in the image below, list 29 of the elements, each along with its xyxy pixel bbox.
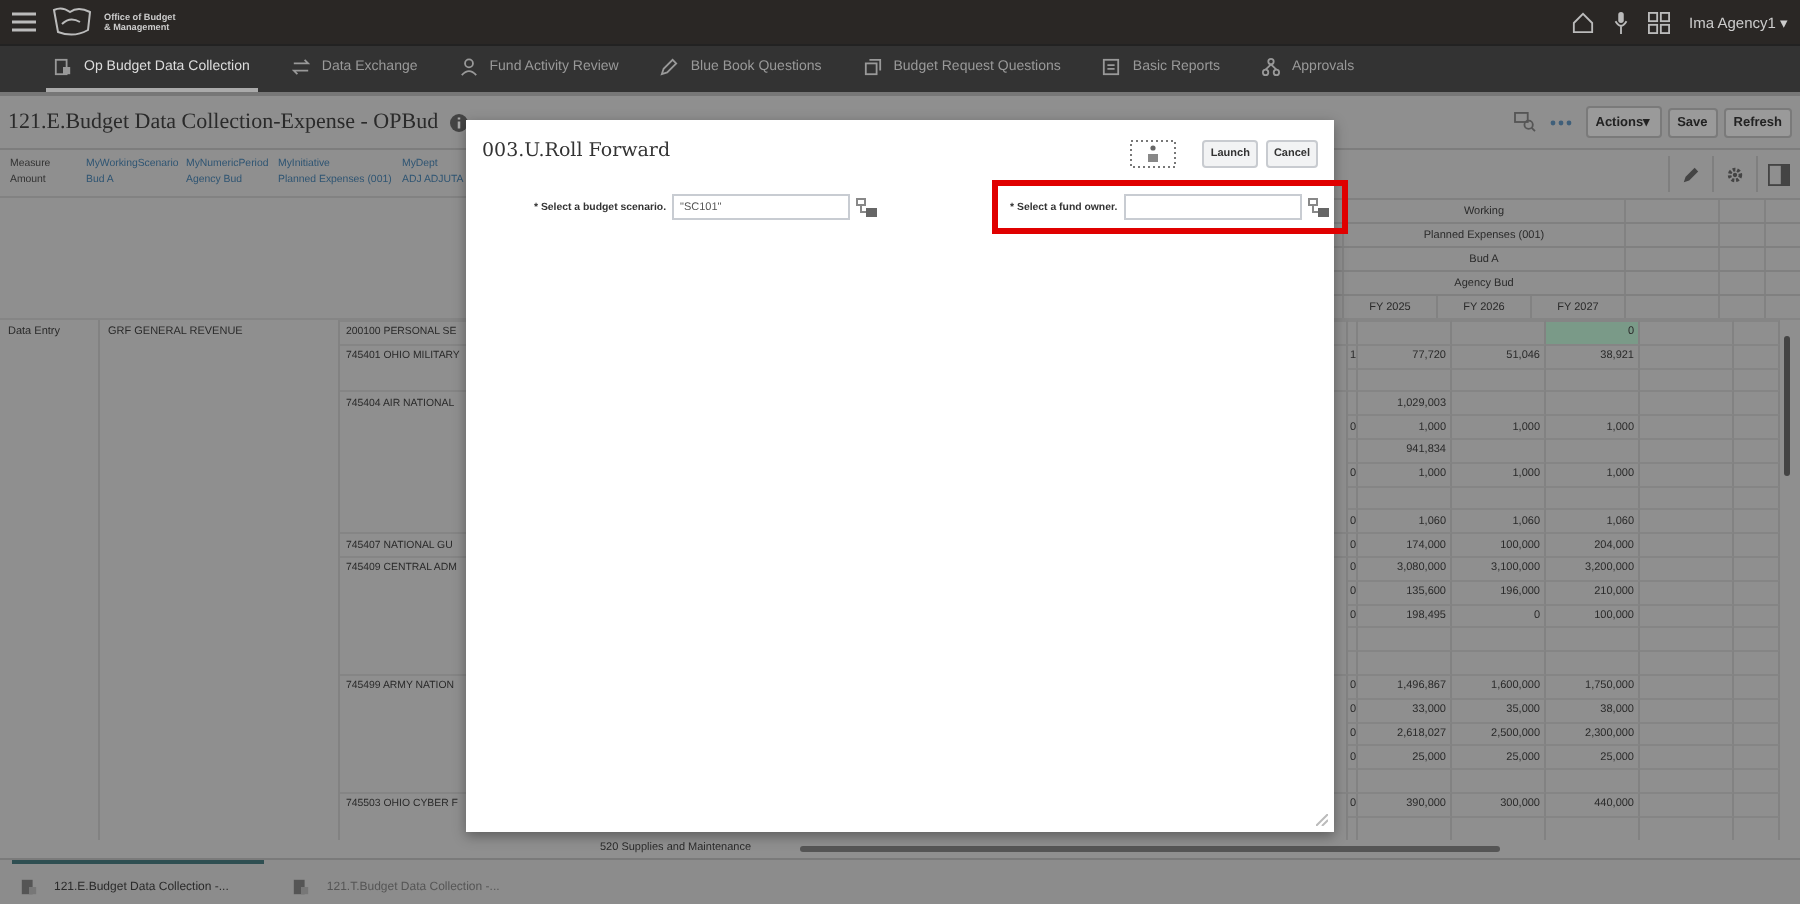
home-icon[interactable] bbox=[1571, 11, 1594, 33]
grid-icon[interactable] bbox=[1647, 11, 1670, 33]
search-icon[interactable] bbox=[1513, 112, 1536, 132]
info-icon[interactable] bbox=[450, 113, 469, 131]
menu-icon[interactable] bbox=[12, 12, 36, 32]
table-cell bbox=[1640, 343, 1734, 368]
more-icon[interactable] bbox=[1549, 119, 1572, 125]
person-icon bbox=[459, 58, 478, 76]
panel-icon[interactable] bbox=[1768, 163, 1790, 185]
member-selector-icon[interactable] bbox=[856, 197, 879, 217]
pencil-icon bbox=[660, 58, 679, 76]
hierarchy-icon bbox=[1261, 58, 1280, 76]
pencil-icon[interactable] bbox=[1682, 165, 1700, 183]
state-outline-logo-icon bbox=[50, 6, 94, 38]
input-field[interactable] bbox=[1123, 194, 1302, 220]
form-icon bbox=[292, 878, 311, 896]
dialog-title: 003.U.Roll Forward bbox=[482, 140, 671, 162]
resize-grip-icon[interactable] bbox=[1316, 814, 1328, 826]
report-icon bbox=[1102, 58, 1121, 76]
microphone-icon[interactable] bbox=[1613, 11, 1628, 33]
member-selector-icon[interactable] bbox=[1307, 197, 1330, 217]
page-title: 121.E.Budget Data Collection-Expense - OPBud bbox=[8, 110, 439, 134]
horizontal-scrollbar[interactable] bbox=[800, 846, 1500, 852]
form-icon bbox=[20, 878, 38, 896]
workflow-icon[interactable] bbox=[1130, 140, 1177, 168]
settings-icon[interactable] bbox=[1726, 165, 1744, 183]
arrows-icon bbox=[291, 58, 310, 76]
form-icon bbox=[54, 58, 72, 76]
copy-icon bbox=[863, 58, 882, 76]
